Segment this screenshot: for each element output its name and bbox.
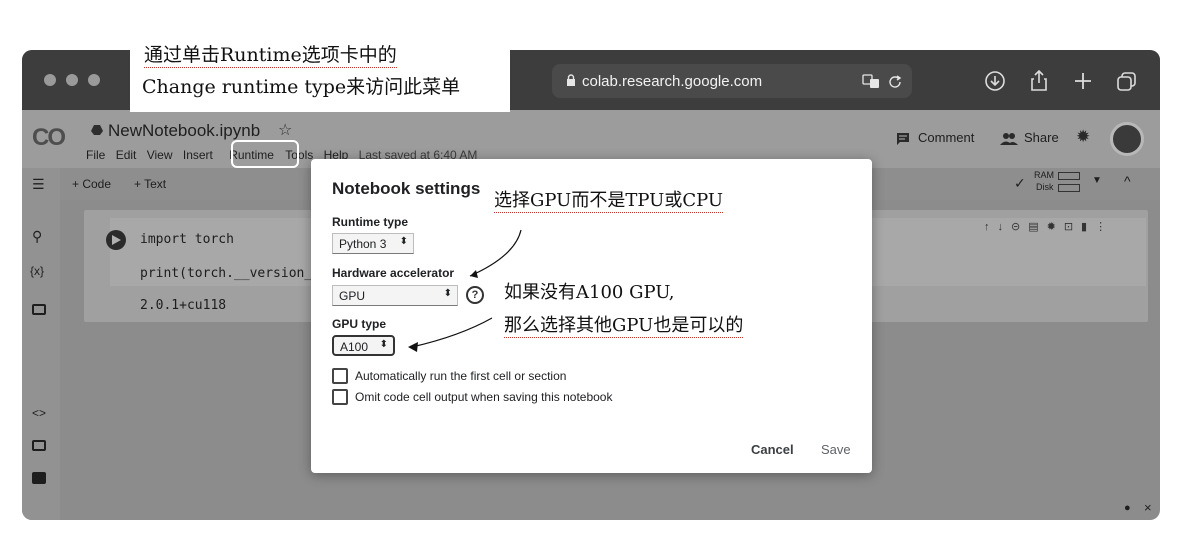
menu-file[interactable]: File [86,148,105,162]
runtime-type-label: Runtime type [332,215,409,229]
code-line: import torch [140,232,234,247]
select-arrow-icon: ⬍ [379,339,388,350]
url-text: colab.research.google.com [582,73,763,90]
new-tab-icon[interactable] [1070,68,1096,94]
dialog-title: Notebook settings [332,179,481,198]
colab-logo[interactable]: CO [32,124,66,152]
add-text-button[interactable]: + Text [134,177,166,191]
code-snippets-icon[interactable]: <> [32,406,48,422]
collapse-icon[interactable]: ^ [1124,173,1131,189]
ram-label: RAM [1034,170,1054,180]
lock-icon [567,74,575,86]
reload-icon[interactable] [888,73,902,89]
gpu-type-label: GPU type [332,317,387,331]
omit-output-checkbox[interactable] [332,389,348,405]
maximize-window-button[interactable] [88,74,100,86]
notebook-title[interactable]: NewNotebook.ipynb [108,121,260,141]
close-status-icon[interactable]: × [1144,500,1152,515]
disk-meter[interactable] [1058,184,1080,192]
menu-view[interactable]: View [147,148,173,162]
run-cell-button[interactable] [106,230,126,250]
settings-gear-icon[interactable]: ✹ [1076,127,1090,147]
menu-insert[interactable]: Insert [183,148,213,162]
gpu-type-value: A100 [340,340,369,354]
runtime-annotation-line1: 通过单击Runtime选项卡中的 [144,40,397,68]
search-icon[interactable]: ⚲ [32,228,48,244]
sidebar: ☰ ⚲ {x} <> [22,168,60,520]
comment-button[interactable]: Comment [918,130,974,145]
code-line: print(torch.__version__) [140,266,328,281]
cell-actions-icons[interactable]: ↑↓⊝▤✹⊡▮⋮ [984,220,1114,233]
status-dot-icon: ● [1124,502,1131,514]
tab-overview-icon[interactable] [1114,68,1140,94]
a100-annotation-line2: 那么选择其他GPU也是可以的 [504,311,744,338]
gpu-annotation: 选择GPU而不是TPU或CPU [494,186,724,213]
files-icon[interactable] [32,304,46,315]
download-icon[interactable] [982,68,1008,94]
command-palette-icon[interactable] [32,440,46,451]
share-icon[interactable] [1026,68,1052,94]
translate-icon[interactable] [862,73,880,89]
play-icon [112,235,121,245]
runtime-highlight [231,140,299,168]
cell-output: 2.0.1+cu118 [140,298,227,313]
save-button[interactable]: Save [821,442,851,457]
connected-check-icon: ✓ [1014,175,1026,191]
variables-icon[interactable]: {x} [30,264,46,280]
drive-icon [91,125,103,135]
star-icon[interactable]: ☆ [278,120,292,140]
annotation-arrows [408,229,522,352]
add-code-button[interactable]: + Code [72,177,111,191]
share-button[interactable]: Share [1024,130,1059,145]
menu-edit[interactable]: Edit [116,148,137,162]
address-bar[interactable]: colab.research.google.com [552,64,912,98]
runtime-type-value: Python 3 [339,237,387,251]
hardware-accelerator-value: GPU [339,289,366,303]
resources-dropdown-icon[interactable]: ▼ [1092,175,1102,186]
gpu-type-select[interactable]: A100 ⬍ [332,335,395,356]
ram-meter[interactable] [1058,172,1080,180]
avatar[interactable] [1110,122,1144,156]
disk-label: Disk [1036,182,1054,192]
toc-icon[interactable]: ☰ [32,176,48,192]
cancel-button[interactable]: Cancel [751,442,794,457]
minimize-window-button[interactable] [66,74,78,86]
comment-icon [897,133,909,145]
auto-run-label: Automatically run the first cell or sect… [355,369,567,383]
people-icon [1000,133,1018,145]
auto-run-checkbox[interactable] [332,368,348,384]
omit-output-label: Omit code cell output when saving this n… [355,390,613,404]
close-window-button[interactable] [44,74,56,86]
runtime-annotation-line2: Change runtime type来访问此菜单 [142,72,461,99]
terminal-icon[interactable] [32,472,46,484]
